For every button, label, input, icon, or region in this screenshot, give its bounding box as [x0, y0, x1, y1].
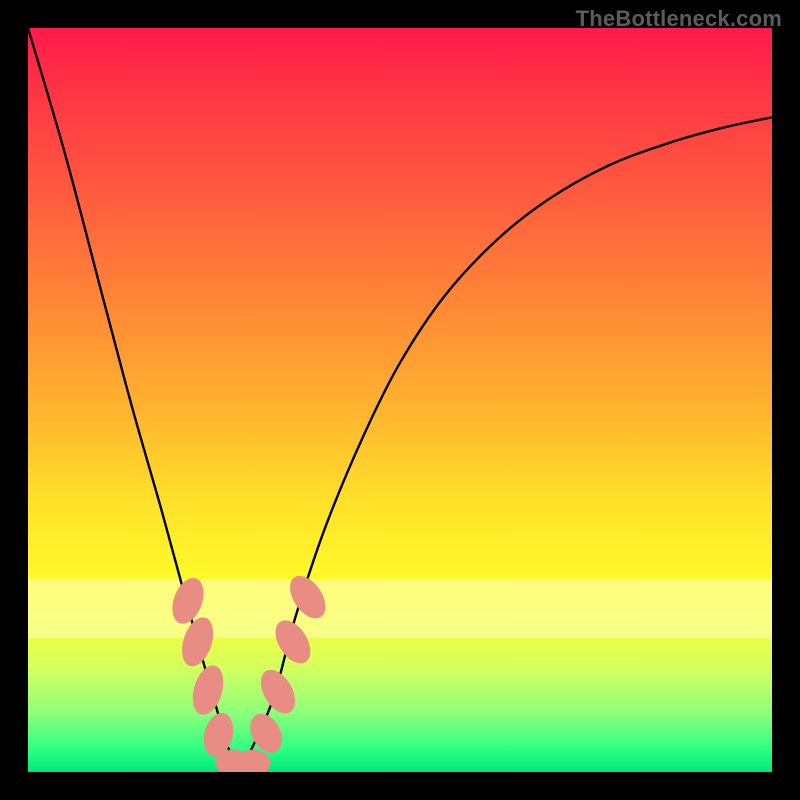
bottleneck-curve-path — [28, 28, 772, 768]
marker-point — [254, 664, 302, 719]
bottleneck-curve — [28, 28, 772, 768]
marker-point — [187, 662, 228, 718]
chart-frame: TheBottleneck.com — [0, 0, 800, 800]
highlighted-points — [167, 570, 333, 772]
chart-svg — [28, 28, 772, 772]
plot-area — [28, 28, 772, 772]
